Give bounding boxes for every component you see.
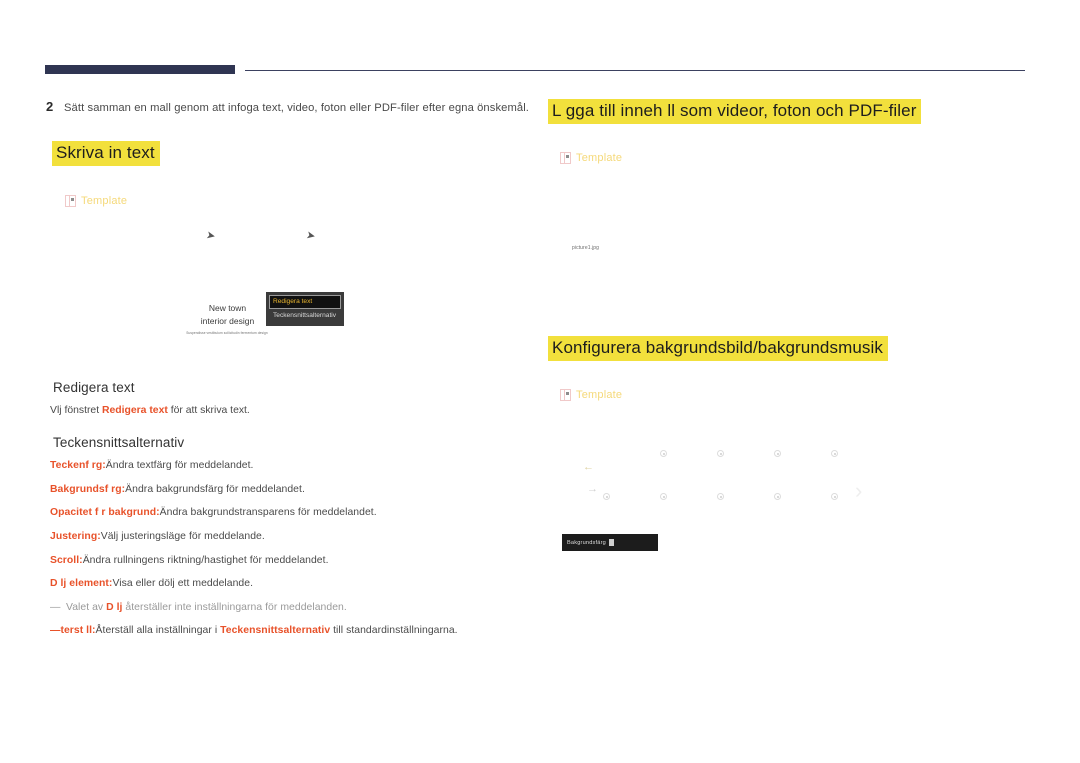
list-item: Opacitet f r bakgrund:Ändra bakgrundstra… <box>50 506 510 520</box>
option-desc: Ändra textfärg för meddelandet. <box>105 460 254 471</box>
note-term: D lj <box>106 601 123 613</box>
pointer-cursor-icon: ➤ <box>305 229 317 243</box>
template-label: Template <box>81 195 128 207</box>
note-before: Valet av <box>66 601 107 613</box>
option-term: ―terst ll: <box>50 625 96 637</box>
grid-dot[interactable] <box>717 493 724 500</box>
step-number: 2 <box>46 99 54 114</box>
list-item: ―terst ll:Återställ alla inställningar i… <box>50 624 510 638</box>
font-options-list: Teckenf rg:Ändra textfärg för meddelande… <box>50 459 510 648</box>
list-item: Teckenf rg:Ändra textfärg för meddelande… <box>50 459 510 473</box>
grid-dot[interactable] <box>774 450 781 457</box>
left-screenshot-mock: ➤ ➤ New town interior design Suspendisse… <box>58 222 488 357</box>
lead-after: för att skriva text. <box>167 405 250 416</box>
list-item: Justering:Välj justeringsläge för meddel… <box>50 530 510 544</box>
list-item: Scroll:Ändra rullningens riktning/hastig… <box>50 554 510 568</box>
grid-dot[interactable] <box>603 493 610 500</box>
grid-dot[interactable] <box>717 450 724 457</box>
template-icon <box>560 389 571 401</box>
background-color-bar[interactable]: Bakgrundsfärg <box>562 534 658 551</box>
grid-dot[interactable] <box>660 493 667 500</box>
chevron-right-icon[interactable]: › <box>855 480 862 502</box>
reset-after: till standardinställningarna. <box>330 625 458 637</box>
list-item: Bakgrundsf rg:Ändra bakgrundsfärg för me… <box>50 483 510 497</box>
option-desc: Välj justeringsläge för meddelande. <box>100 530 265 542</box>
arrow-right-icon: → <box>587 483 598 495</box>
option-desc: Ändra rullningens riktning/hastighet för… <box>82 554 329 566</box>
template-tag: Template <box>560 152 622 164</box>
template-label: Template <box>576 389 623 401</box>
grid-dot[interactable] <box>831 450 838 457</box>
preview-fineprint: Suspendisse vestibulum sollicitudin ferm… <box>186 331 268 335</box>
pointer-cursor-icon: ➤ <box>205 229 217 243</box>
rule-thin-segment <box>245 70 1025 71</box>
template-tag: Template <box>560 389 622 401</box>
heading-lagga-till-innehall: L gga till inneh ll som videor, foton oc… <box>548 99 922 124</box>
step-row: 2 Sätt samman en mall genom att infoga t… <box>46 99 546 116</box>
arrow-up-left-icon: ← <box>583 461 594 473</box>
subheading-teckensnittsalternativ: Teckensnittsalternativ <box>53 435 185 450</box>
page-top-rule <box>45 65 1025 77</box>
lead-term: Redigera text <box>101 405 168 416</box>
rule-thick-segment <box>45 65 235 74</box>
background-color-label: Bakgrundsfärg <box>567 539 606 546</box>
color-swatch[interactable] <box>609 539 614 546</box>
context-menu[interactable]: Redigera text Teckensnittsalternativ <box>266 292 344 326</box>
step-text: Sätt samman en mall genom att infoga tex… <box>64 102 530 114</box>
option-term: D lj element: <box>50 578 113 590</box>
subheading-redigera-text: Redigera text <box>53 380 135 395</box>
option-term: Opacitet f r bakgrund: <box>50 507 160 519</box>
heading-konfigurera-bakgrund: Konfigurera bakgrundsbild/bakgrundsmusik <box>548 336 888 361</box>
reset-term-inline: Teckensnittsalternativ <box>220 625 331 637</box>
heading-skriva-in-text: Skriva in text <box>52 141 160 166</box>
option-term: Scroll: <box>50 554 83 566</box>
reset-before: Återställ alla inställningar i <box>95 625 221 637</box>
picture-filename-label: picture1.jpg <box>572 245 600 251</box>
option-term: Bakgrundsf rg: <box>50 483 126 495</box>
list-item: D lj element:Visa eller dölj ett meddela… <box>50 577 510 591</box>
grid-dot[interactable] <box>774 493 781 500</box>
context-menu-item-teckensnittsalternativ[interactable]: Teckensnittsalternativ <box>269 309 341 323</box>
grid-dot[interactable] <box>660 450 667 457</box>
option-term: Justering: <box>50 530 101 542</box>
template-icon <box>560 152 571 164</box>
option-desc: Ändra bakgrundstransparens för meddeland… <box>159 507 377 519</box>
lead-prefix: V <box>50 405 57 416</box>
option-desc: Ändra bakgrundsfärg för meddelandet. <box>125 483 305 495</box>
redigera-text-lead: Vlj fönstret Redigera text för att skriv… <box>50 404 490 419</box>
option-term: Teckenf rg: <box>50 460 106 471</box>
lead-before: lj fönstret <box>56 405 102 416</box>
list-item-note: ― Valet av D lj återställer inte inställn… <box>50 601 510 615</box>
note-after: återställer inte inställningarna för med… <box>122 601 347 613</box>
context-menu-item-redigera-text[interactable]: Redigera text <box>269 295 341 309</box>
template-label: Template <box>576 152 623 164</box>
template-icon <box>65 195 76 207</box>
grid-dot[interactable] <box>831 493 838 500</box>
template-tag: Template <box>65 195 127 207</box>
note-dash: ― <box>50 601 61 613</box>
option-desc: Visa eller dölj ett meddelande. <box>112 578 254 590</box>
